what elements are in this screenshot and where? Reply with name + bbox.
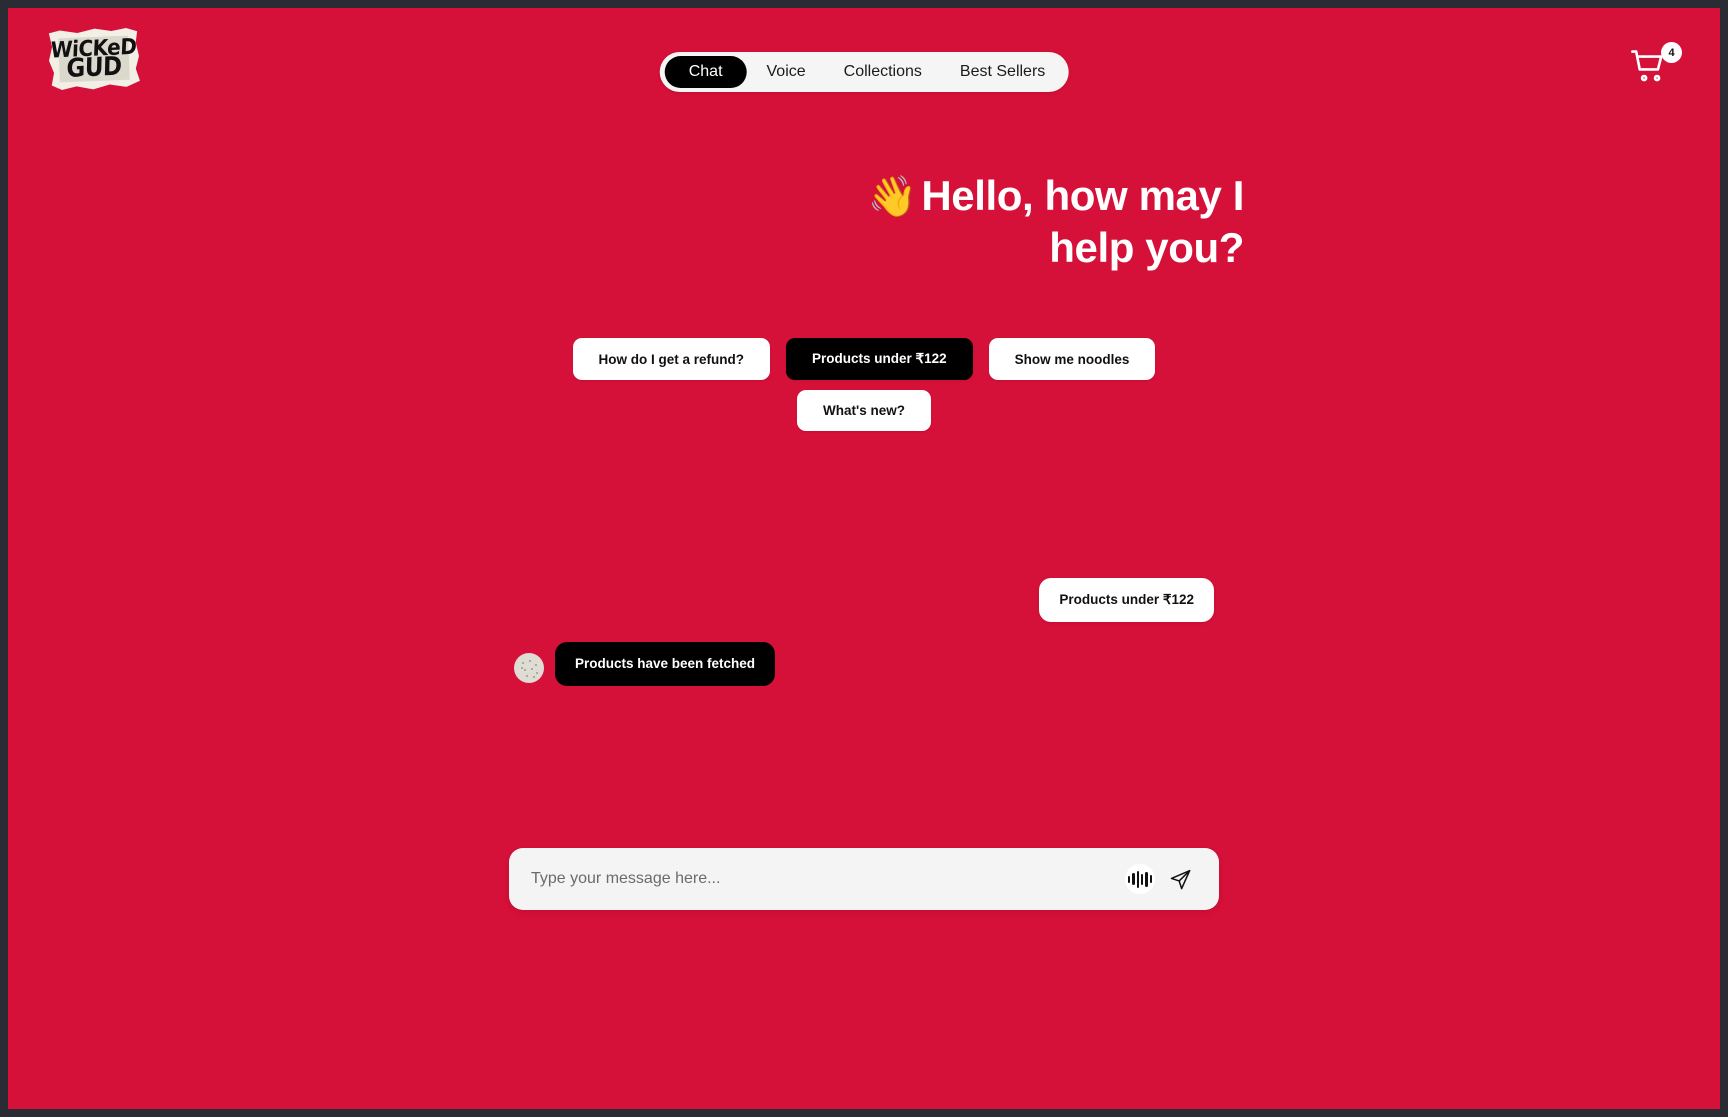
voice-input-button[interactable] — [1123, 862, 1157, 896]
chat-bubble-assistant: Products have been fetched — [555, 642, 776, 687]
wickedgud-logo[interactable]: WiCKeD GUD — [48, 28, 140, 90]
waveform-icon — [1125, 864, 1155, 894]
page-title: 👋Hello, how may I help you? — [484, 170, 1244, 273]
main-nav: Chat Voice Collections Best Sellers — [659, 52, 1069, 92]
app-window: WiCKeD GUD Chat Voice Collections Best S… — [8, 8, 1720, 1109]
nav-item-best-sellers[interactable]: Best Sellers — [942, 56, 1063, 88]
waving-hand-icon: 👋 — [867, 174, 918, 220]
nav-item-collections[interactable]: Collections — [826, 56, 940, 88]
chat-message-user: Products under ₹122 — [514, 578, 1214, 623]
send-paper-plane-icon — [1170, 869, 1190, 889]
send-button[interactable] — [1163, 862, 1197, 896]
cart-button[interactable]: 4 — [1628, 42, 1682, 94]
message-input[interactable] — [531, 870, 1117, 888]
hero-section: 👋Hello, how may I help you? — [484, 170, 1244, 273]
logo-line-2: GUD — [66, 52, 123, 84]
nav-item-chat[interactable]: Chat — [664, 56, 747, 88]
message-composer — [509, 848, 1219, 910]
chat-transcript: Products under ₹122 Products have been f… — [514, 578, 1214, 706]
suggestion-chip-products-under-price[interactable]: Products under ₹122 — [786, 338, 973, 380]
cart-badge: 4 — [1661, 42, 1682, 63]
chat-bubble-user: Products under ₹122 — [1039, 578, 1214, 623]
suggestion-chip-refund[interactable]: How do I get a refund? — [572, 338, 771, 380]
logo-wordmark: WiCKeD GUD — [47, 26, 142, 92]
nav-item-voice[interactable]: Voice — [749, 56, 824, 88]
hero-title-line-1: Hello, how may I — [921, 172, 1244, 219]
suggestion-chip-show-noodles[interactable]: Show me noodles — [988, 338, 1156, 380]
chat-message-assistant: Products have been fetched — [514, 642, 1214, 687]
hero-title-line-2: help you? — [1049, 223, 1244, 271]
app-header: WiCKeD GUD Chat Voice Collections Best S… — [8, 8, 1720, 120]
suggestion-chips: How do I get a refund? Products under ₹1… — [564, 338, 1164, 431]
suggestion-chip-whats-new[interactable]: What's new? — [797, 390, 931, 431]
bot-avatar — [514, 653, 544, 684]
